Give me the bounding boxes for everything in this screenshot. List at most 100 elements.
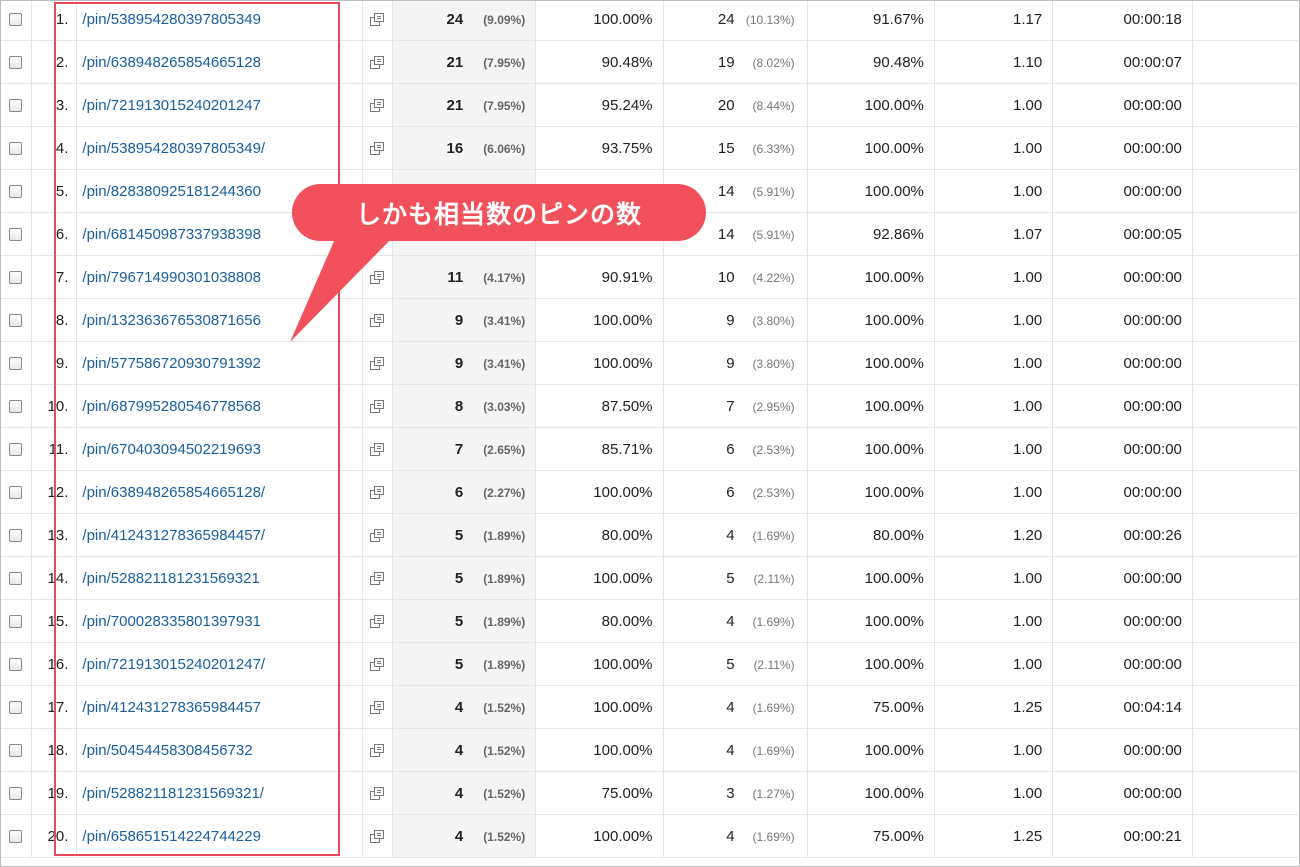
open-in-new-window-icon[interactable] [370,486,385,500]
row-select-cell [1,255,33,299]
page-link[interactable]: /pin/132363676530871656 [82,312,261,329]
open-in-new-window-icon[interactable] [370,400,385,414]
open-in-new-window-icon[interactable] [370,56,385,70]
unique-pageviews-value: 7 [726,397,735,415]
pages-per-session-cell: 1.00 [934,341,1054,385]
pageviews-share: (9.09%) [483,12,526,27]
row-checkbox[interactable] [9,185,23,199]
pageviews-value: 4 [454,698,464,716]
pages-per-session-cell: 1.00 [934,169,1054,213]
page-link[interactable]: /pin/528821181231569321/ [82,785,264,802]
empty-cell [1192,384,1298,428]
page-cell: /pin/670403094502219693 [76,427,363,471]
page-link[interactable]: /pin/538954280397805349 [82,11,261,28]
page-link[interactable]: /pin/687995280546778568 [82,398,261,415]
unique-pageviews-share: (2.11%) [753,657,795,672]
unique-pageviews-value: 19 [717,53,735,71]
page-link[interactable]: /pin/828380925181244360 [82,183,261,200]
open-in-new-window-icon[interactable] [370,572,385,586]
page-link[interactable]: /pin/412431278365984457/ [82,527,265,544]
report-table-panel: 1./pin/538954280397805349 24 (9.09%) 100.00… [0,0,1300,867]
row-checkbox[interactable] [9,787,23,801]
unique-pageviews-share: (1.69%) [752,700,795,715]
page-link[interactable]: /pin/681450987337938398 [82,226,261,243]
row-checkbox[interactable] [9,572,23,586]
row-checkbox[interactable] [9,400,23,414]
pageviews-value: 8 [454,397,464,415]
row-checkbox[interactable] [9,13,23,27]
percentage-cell: 90.48% [535,40,664,84]
row-checkbox[interactable] [9,486,23,500]
open-in-new-window-icon[interactable] [370,13,385,27]
page-link[interactable]: /pin/796714990301038808 [82,269,261,286]
open-in-new-window-icon[interactable] [370,615,385,629]
open-in-new-window-icon[interactable] [370,658,385,672]
row-checkbox[interactable] [9,701,23,715]
table-row: 9./pin/577586720930791392 9 (3.41%) 100.00%… [1,341,1298,385]
pages-report-table: 1./pin/538954280397805349 24 (9.09%) 100.00… [1,1,1298,858]
unique-pageviews-share: (1.69%) [752,743,795,758]
unique-pageviews-value: 10 [717,268,735,286]
row-index: 16. [31,642,78,686]
row-checkbox[interactable] [9,658,23,672]
open-in-new-window-icon[interactable] [370,142,385,156]
page-link[interactable]: /pin/538954280397805349/ [82,140,265,157]
page-link[interactable]: /pin/658651514224744229 [82,828,261,845]
open-in-new-window-icon[interactable] [370,744,385,758]
open-in-new-window-icon[interactable] [370,787,385,801]
row-checkbox[interactable] [9,830,23,844]
open-in-new-window-icon[interactable] [370,99,385,113]
table-row: 10./pin/687995280546778568 8 (3.03%) 87.50%… [1,384,1298,428]
table-row: 13./pin/412431278365984457/5 (1.89%) 80.00… [1,513,1298,557]
row-checkbox[interactable] [9,228,23,242]
unique-pageviews-share: (5.91%) [752,227,795,242]
unique-pageviews-cell: 6 (2.53%) [663,427,808,471]
duration-cell: 00:00:05 [1052,212,1193,256]
pages-per-session-cell: 1.00 [934,384,1054,428]
pageviews-value: 5 [454,655,464,673]
page-link[interactable]: /pin/638948265854665128 [82,54,261,71]
row-checkbox[interactable] [9,56,23,70]
percentage-cell: 87.50% [535,384,664,428]
open-in-new-window-icon[interactable] [370,830,385,844]
row-checkbox[interactable] [9,615,23,629]
open-page-cell [362,427,394,471]
duration-cell: 00:00:00 [1052,255,1193,299]
pageviews-share: (2.65%) [483,442,526,457]
page-link[interactable]: /pin/528821181231569321 [82,570,259,587]
row-checkbox[interactable] [9,529,23,543]
page-link[interactable]: /pin/50454458308456732 [82,742,252,759]
row-checkbox[interactable] [9,99,23,113]
open-in-new-window-icon[interactable] [370,443,385,457]
page-link[interactable]: /pin/700028335801397931 [82,613,261,630]
page-link[interactable]: /pin/412431278365984457 [82,699,261,716]
open-in-new-window-icon[interactable] [370,271,385,285]
unique-pageviews-value: 4 [726,827,735,845]
entrance-rate-cell: 92.86% [807,212,935,256]
page-link[interactable]: /pin/721913015240201247 [82,97,261,114]
open-in-new-window-icon[interactable] [370,701,385,715]
unique-pageviews-share: (10.13%) [745,12,795,27]
open-in-new-window-icon[interactable] [370,529,385,543]
row-checkbox[interactable] [9,443,23,457]
pages-per-session-cell: 1.00 [934,255,1054,299]
page-link[interactable]: /pin/638948265854665128/ [82,484,265,501]
empty-cell [1192,556,1298,600]
unique-pageviews-value: 9 [726,311,735,329]
unique-pageviews-cell: 9 (3.80%) [663,341,808,385]
row-checkbox[interactable] [9,271,23,285]
empty-cell [1192,427,1298,471]
unique-pageviews-value: 24 [717,10,735,28]
pageviews-share: (1.52%) [483,743,526,758]
page-link[interactable]: /pin/721913015240201247/ [82,656,265,673]
open-in-new-window-icon[interactable] [370,314,385,328]
page-cell: /pin/796714990301038808 [76,255,363,299]
page-link[interactable]: /pin/670403094502219693 [82,441,261,458]
open-in-new-window-icon[interactable] [370,357,385,371]
row-checkbox[interactable] [9,357,23,371]
percentage-cell: 85.71% [535,427,664,471]
row-checkbox[interactable] [9,142,23,156]
row-checkbox[interactable] [9,314,23,328]
page-link[interactable]: /pin/577586720930791392 [82,355,261,372]
row-checkbox[interactable] [9,744,23,758]
